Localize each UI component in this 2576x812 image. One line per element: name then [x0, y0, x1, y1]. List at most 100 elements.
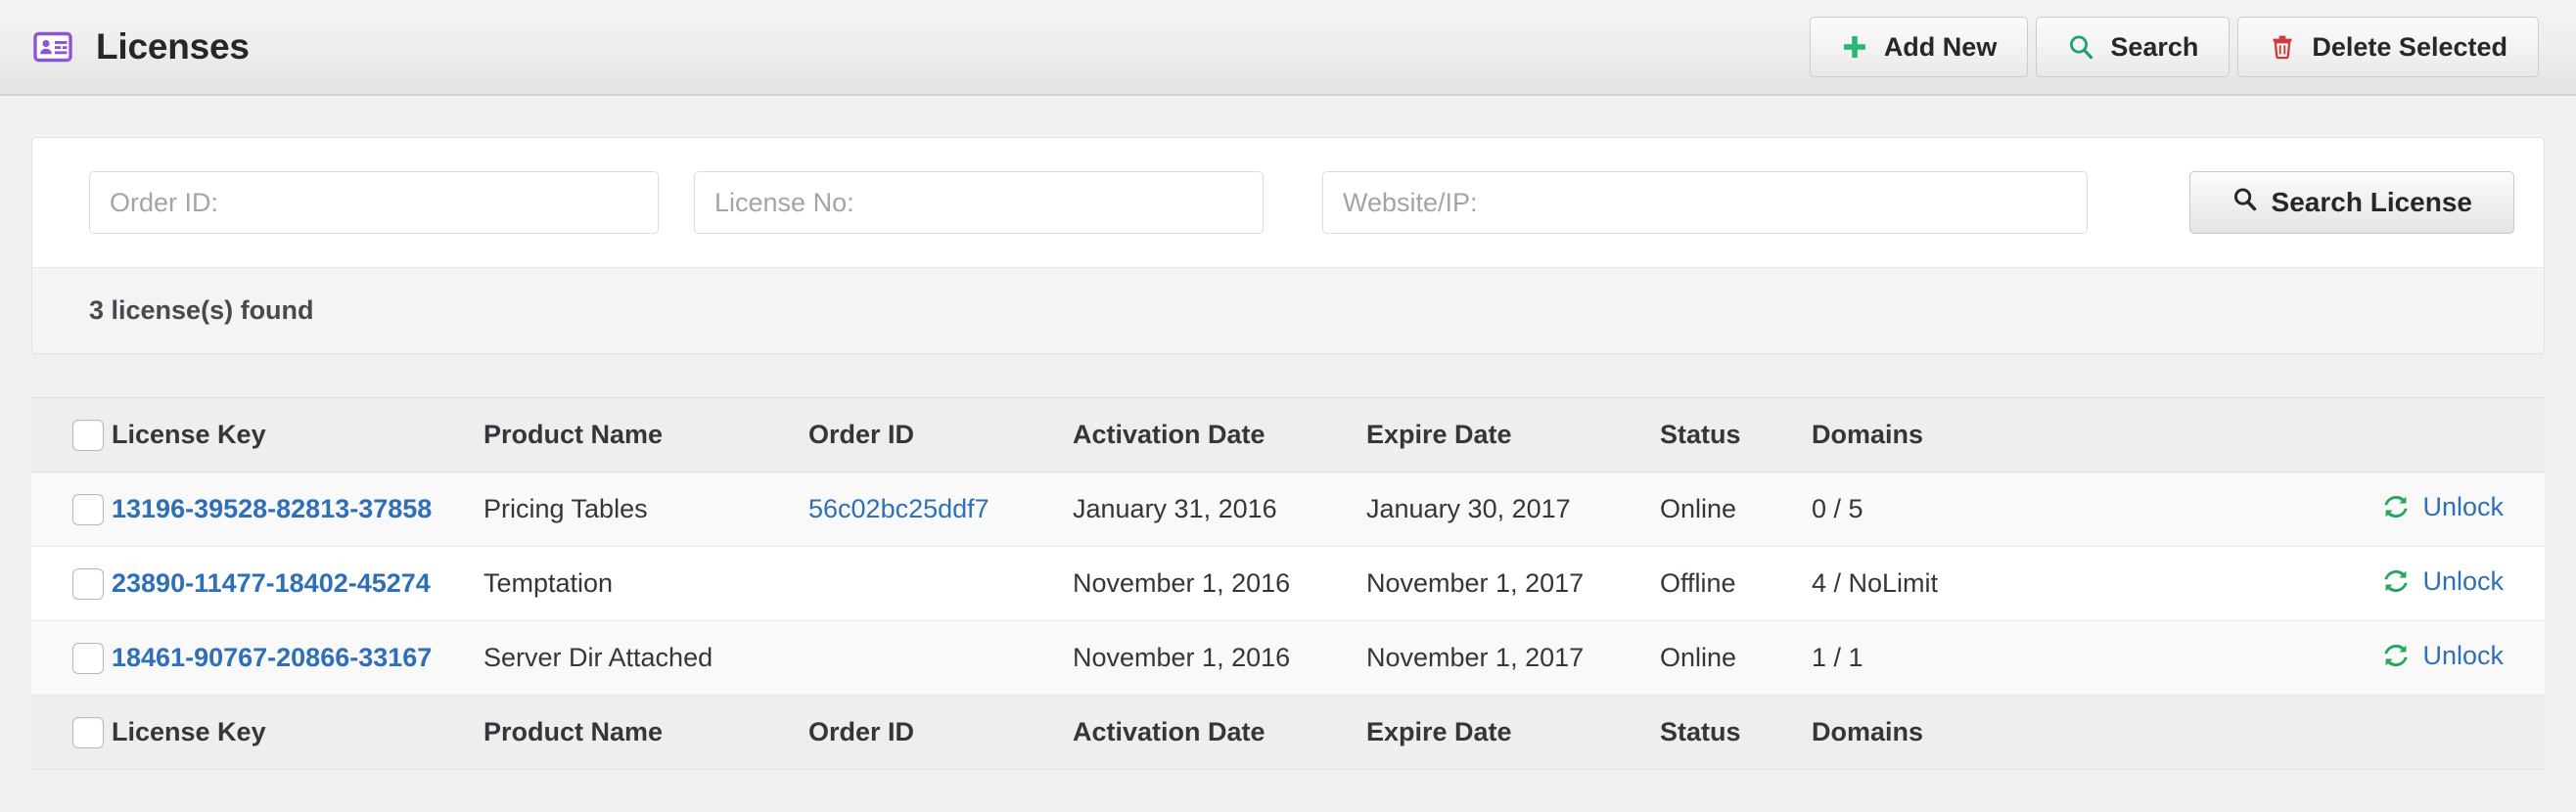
footer-status[interactable]: Status [1660, 695, 1812, 770]
header-product-name[interactable]: Product Name [483, 397, 808, 473]
license-no-input[interactable] [694, 171, 1264, 234]
row-checkbox[interactable] [72, 567, 104, 600]
cell-license-key: 23890-11477-18402-45274 [112, 546, 483, 621]
search-license-label: Search License [2271, 187, 2472, 217]
license-filter-row: Search License [32, 138, 2544, 267]
footer-expire-date[interactable]: Expire Date [1366, 695, 1660, 770]
refresh-icon [2383, 568, 2409, 594]
unlock-label: Unlock [2422, 565, 2504, 596]
cell-product-name: Temptation [483, 546, 808, 621]
row-checkbox[interactable] [72, 642, 104, 674]
status-text: Online [1660, 643, 1737, 672]
page-header-left: Licenses [33, 26, 250, 68]
footer-license-key[interactable]: License Key [112, 695, 483, 770]
cell-activation-date: November 1, 2016 [1073, 546, 1366, 621]
results-summary: 3 license(s) found [32, 267, 2544, 353]
licenses-table-body: 13196-39528-82813-37858 Pricing Tables 5… [31, 472, 2545, 696]
cell-action: Unlock [2135, 546, 2545, 621]
refresh-icon [2383, 494, 2409, 519]
cell-domains: 4 / NoLimit [1812, 546, 2135, 621]
table-footer-row: License Key Product Name Order ID Activa… [31, 695, 2545, 770]
unlock-label: Unlock [2422, 491, 2504, 521]
license-search-panel: Search License 3 license(s) found [31, 137, 2545, 354]
cell-activation-date: November 1, 2016 [1073, 620, 1366, 696]
select-all-checkbox[interactable] [72, 419, 104, 451]
search-license-button[interactable]: Search License [2188, 171, 2514, 234]
select-all-footer [31, 695, 112, 770]
header-domains[interactable]: Domains [1812, 397, 2135, 473]
order-id-link[interactable]: 56c02bc25ddf7 [808, 494, 989, 523]
page-header-bar: Licenses Add New Search Delete Selected [0, 0, 2576, 96]
table-header-row: License Key Product Name Order ID Activa… [31, 397, 2545, 473]
domains-text: 4 / NoLimit [1812, 568, 1939, 598]
unlock-button[interactable]: Unlock [2383, 641, 2504, 671]
cell-expire-date: November 1, 2017 [1366, 620, 1660, 696]
footer-actions [2135, 695, 2545, 770]
cell-status: Offline [1660, 546, 1812, 621]
cell-order-id [808, 620, 1073, 696]
header-status[interactable]: Status [1660, 397, 1812, 473]
row-select-cell [31, 472, 112, 547]
search-button[interactable]: Search [2036, 17, 2231, 77]
licenses-table: License Key Product Name Order ID Activa… [31, 397, 2545, 770]
product-name-text: Server Dir Attached [483, 643, 713, 672]
activation-date-text: November 1, 2016 [1073, 643, 1291, 672]
cell-license-key: 18461-90767-20866-33167 [112, 620, 483, 696]
status-text: Offline [1660, 568, 1736, 598]
header-activation-date[interactable]: Activation Date [1073, 397, 1366, 473]
page-content: Search License 3 license(s) found Licens… [0, 137, 2576, 770]
cell-action: Unlock [2135, 620, 2545, 696]
cell-license-key: 13196-39528-82813-37858 [112, 472, 483, 547]
page-title: Licenses [96, 26, 250, 67]
select-all-checkbox-footer[interactable] [72, 716, 104, 748]
status-text: Online [1660, 494, 1737, 523]
footer-activation-date[interactable]: Activation Date [1073, 695, 1366, 770]
page-header-actions: Add New Search Delete Selected [1809, 17, 2539, 77]
id-card-icon [33, 31, 72, 63]
table-row: 23890-11477-18402-45274 Temptation Novem… [31, 546, 2545, 621]
expire-date-text: January 30, 2017 [1366, 494, 1571, 523]
table-row: 18461-90767-20866-33167 Server Dir Attac… [31, 620, 2545, 696]
product-name-text: Pricing Tables [483, 494, 648, 523]
add-new-button[interactable]: Add New [1809, 17, 2029, 77]
header-license-key[interactable]: License Key [112, 397, 483, 473]
footer-domains[interactable]: Domains [1812, 695, 2135, 770]
delete-selected-label: Delete Selected [2312, 31, 2507, 62]
product-name-text: Temptation [483, 568, 614, 598]
cell-status: Online [1660, 620, 1812, 696]
row-checkbox[interactable] [72, 493, 104, 525]
header-order-id[interactable]: Order ID [808, 397, 1073, 473]
cell-product-name: Pricing Tables [483, 472, 808, 547]
website-ip-input[interactable] [1322, 171, 2088, 234]
cell-order-id: 56c02bc25ddf7 [808, 472, 1073, 547]
add-new-label: Add New [1883, 31, 1998, 62]
expire-date-text: November 1, 2017 [1366, 643, 1585, 672]
order-id-input[interactable] [89, 171, 659, 234]
cell-product-name: Server Dir Attached [483, 620, 808, 696]
cell-domains: 1 / 1 [1812, 620, 2135, 696]
row-select-cell [31, 620, 112, 696]
cell-activation-date: January 31, 2016 [1073, 472, 1366, 547]
delete-selected-button[interactable]: Delete Selected [2237, 17, 2539, 77]
activation-date-text: November 1, 2016 [1073, 568, 1291, 598]
domains-text: 0 / 5 [1812, 494, 1863, 523]
header-expire-date[interactable]: Expire Date [1366, 397, 1660, 473]
cell-status: Online [1660, 472, 1812, 547]
licenses-table-foot: License Key Product Name Order ID Activa… [31, 695, 2545, 770]
refresh-icon [2383, 643, 2409, 668]
license-key-link[interactable]: 23890-11477-18402-45274 [112, 568, 431, 598]
header-actions [2135, 397, 2545, 473]
license-key-link[interactable]: 18461-90767-20866-33167 [112, 643, 432, 672]
cell-order-id [808, 546, 1073, 621]
footer-order-id[interactable]: Order ID [808, 695, 1073, 770]
unlock-button[interactable]: Unlock [2383, 566, 2504, 597]
select-all-header [31, 397, 112, 473]
trash-icon [2269, 33, 2296, 61]
license-key-link[interactable]: 13196-39528-82813-37858 [112, 494, 432, 523]
unlock-button[interactable]: Unlock [2383, 492, 2504, 522]
search-icon [2067, 33, 2094, 61]
licenses-table-head: License Key Product Name Order ID Activa… [31, 397, 2545, 473]
footer-product-name[interactable]: Product Name [483, 695, 808, 770]
table-row: 13196-39528-82813-37858 Pricing Tables 5… [31, 472, 2545, 547]
cell-expire-date: November 1, 2017 [1366, 546, 1660, 621]
